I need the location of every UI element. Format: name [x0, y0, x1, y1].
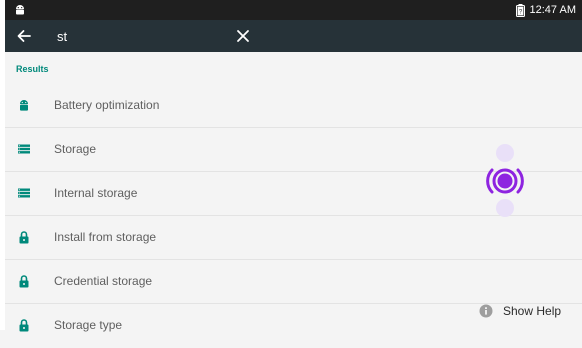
touch-indicator — [486, 144, 524, 217]
result-label: Storage — [54, 142, 97, 156]
result-label: Credential storage — [54, 274, 153, 288]
touch-trail-top — [496, 144, 514, 162]
lock-icon — [19, 275, 29, 288]
back-arrow-icon[interactable] — [15, 27, 33, 45]
result-item-install-from-storage[interactable]: Install from storage — [5, 216, 582, 260]
status-time: 12:47 AM — [529, 4, 576, 16]
search-toolbar — [5, 20, 582, 52]
info-icon — [479, 304, 493, 318]
status-bar: ? 12:47 AM — [5, 0, 582, 20]
clear-search-icon[interactable] — [235, 28, 251, 44]
battery-icon: ? — [515, 3, 525, 17]
search-input[interactable] — [53, 24, 221, 48]
storage-icon — [18, 144, 30, 154]
result-label: Internal storage — [54, 186, 138, 200]
touch-trail-bottom — [496, 199, 514, 217]
show-help-button[interactable]: Show Help — [479, 302, 561, 320]
android-icon — [20, 100, 28, 111]
show-help-label: Show Help — [503, 304, 562, 318]
screen-edge — [0, 0, 5, 330]
results-header: Results — [16, 64, 49, 74]
result-label: Battery optimization — [54, 98, 160, 112]
result-label: Install from storage — [54, 230, 157, 244]
result-item-credential-storage[interactable]: Credential storage — [5, 260, 582, 304]
lock-icon — [19, 231, 29, 244]
android-notification-icon — [16, 5, 24, 15]
storage-icon — [18, 188, 30, 198]
result-item-battery-optimization[interactable]: Battery optimization — [5, 84, 582, 128]
